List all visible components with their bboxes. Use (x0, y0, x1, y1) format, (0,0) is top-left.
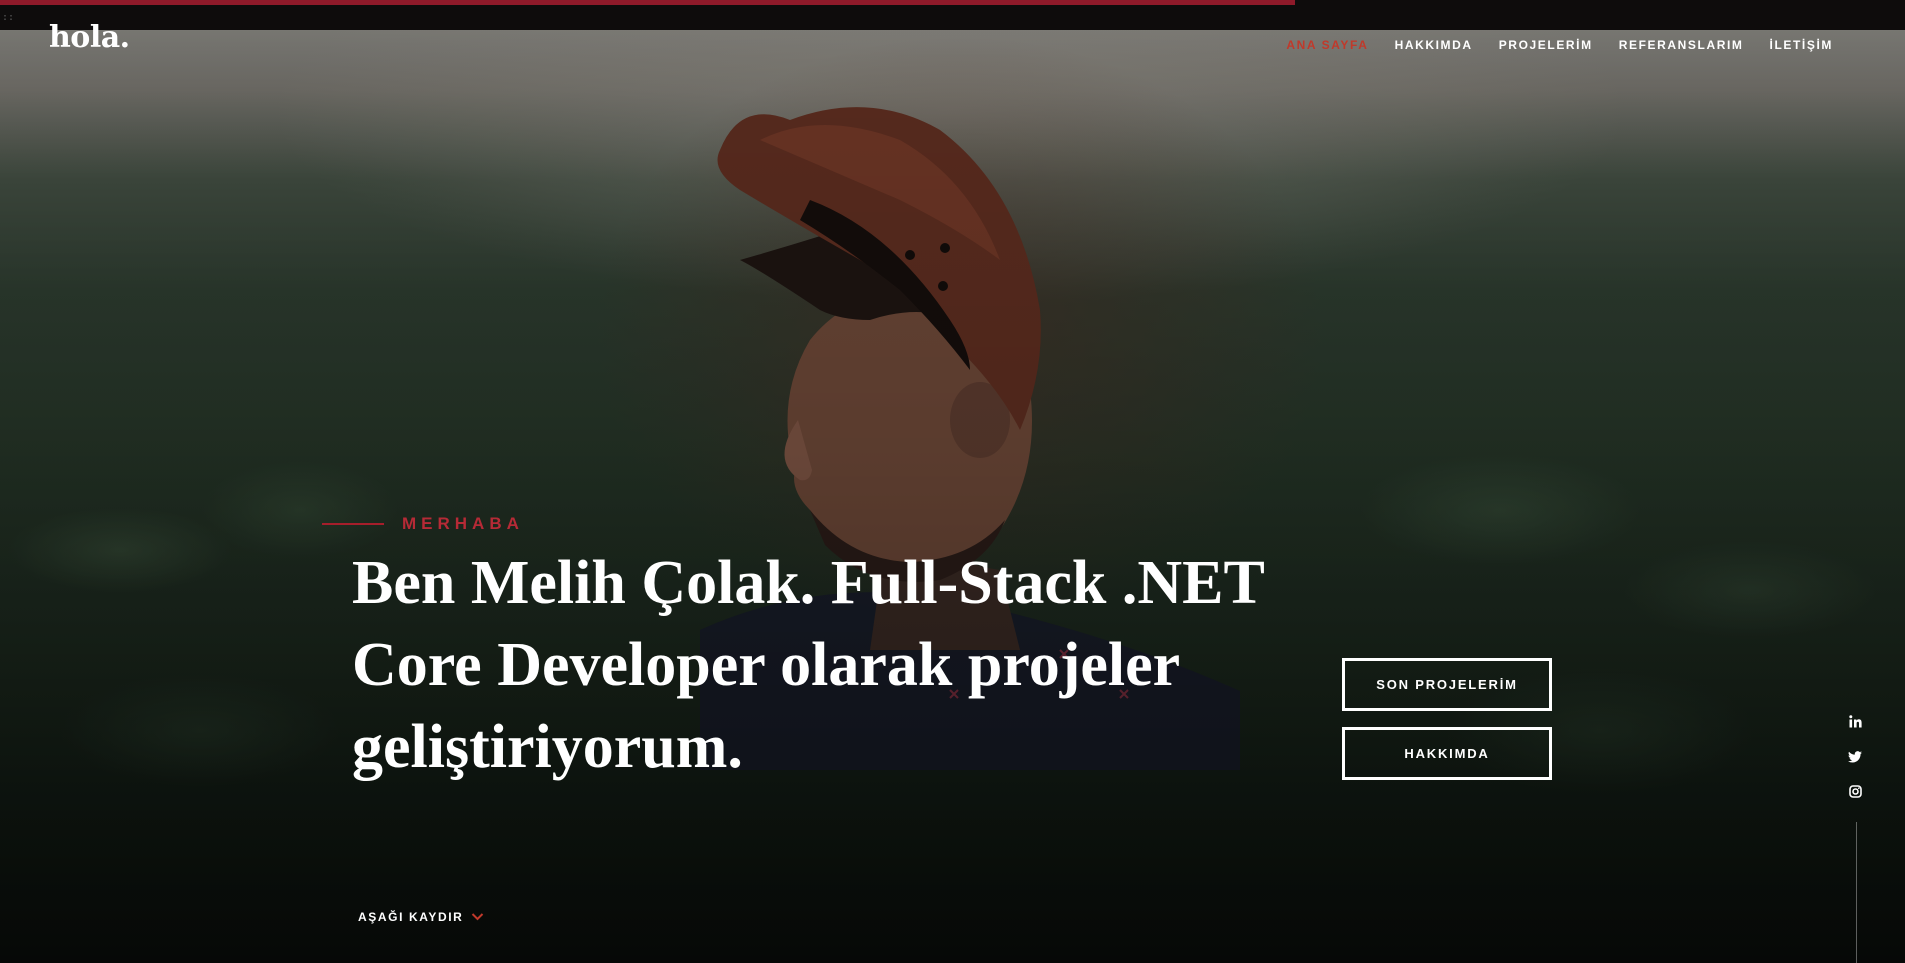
page: :: hola. ANA SAYFA HAKKIMDA PROJELERİM R… (0, 0, 1905, 963)
nav-item-hakkimda[interactable]: HAKKIMDA (1395, 38, 1473, 52)
nav-item-projelerim[interactable]: PROJELERİM (1499, 38, 1593, 52)
nav-item-referanslarim[interactable]: REFERANSLARIM (1619, 38, 1744, 52)
social-links (1846, 714, 1864, 799)
nav-item-ana-sayfa[interactable]: ANA SAYFA (1286, 38, 1368, 52)
intro-divider (322, 523, 384, 525)
scroll-progress-bar (0, 0, 1296, 5)
hero-background (0, 30, 1905, 963)
main-nav: ANA SAYFA HAKKIMDA PROJELERİM REFERANSLA… (1286, 38, 1833, 52)
chevron-down-icon (472, 913, 484, 921)
scroll-down-link[interactable]: AŞAĞI KAYDIR (358, 910, 484, 924)
latest-projects-button[interactable]: SON PROJELERİM (1342, 658, 1552, 711)
site-logo[interactable]: hola. (49, 20, 130, 55)
twitter-icon[interactable] (1848, 749, 1863, 764)
about-button[interactable]: HAKKIMDA (1342, 727, 1552, 780)
strip-glyph: :: (2, 12, 15, 23)
hero-overlay (0, 30, 1905, 963)
intro-label: MERHABA (402, 514, 524, 533)
social-divider-line (1856, 822, 1857, 963)
nav-item-iletisim[interactable]: İLETİŞİM (1770, 38, 1833, 52)
scroll-down-label: AŞAĞI KAYDIR (358, 910, 464, 924)
linkedin-icon[interactable] (1848, 714, 1863, 729)
hero-headline: Ben Melih Çolak. Full-Stack .NET Core De… (352, 549, 1264, 781)
instagram-icon[interactable] (1848, 784, 1863, 799)
